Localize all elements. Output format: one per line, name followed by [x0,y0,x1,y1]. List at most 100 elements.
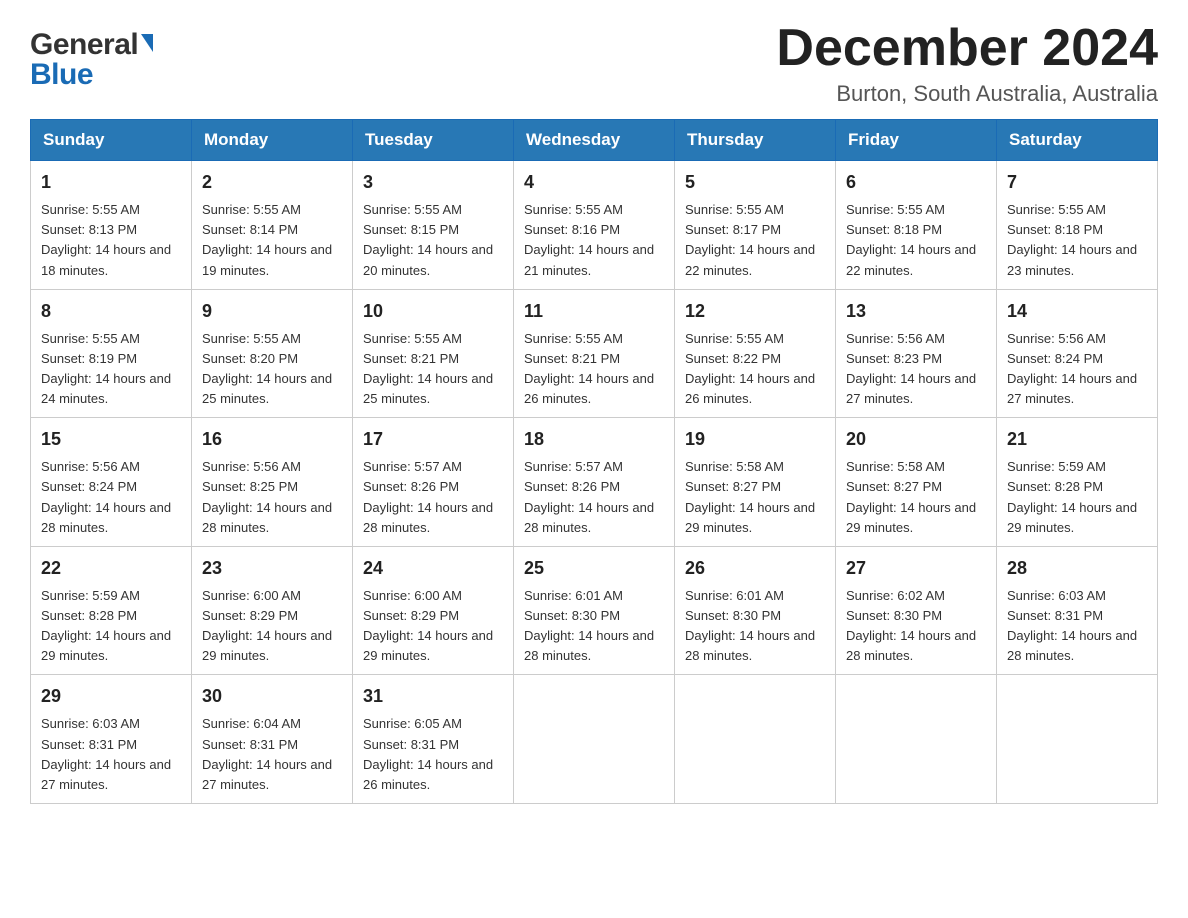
calendar-day-cell: 14Sunrise: 5:56 AMSunset: 8:24 PMDayligh… [997,289,1158,418]
day-info: Sunrise: 5:55 AMSunset: 8:14 PMDaylight:… [202,200,342,281]
day-number: 21 [1007,426,1147,453]
day-info: Sunrise: 5:58 AMSunset: 8:27 PMDaylight:… [846,457,986,538]
calendar-day-cell: 19 Sunrise: 5:58 AMSunset: 8:27 PMDayligh… [675,418,836,547]
day-number: 12 [685,298,825,325]
logo-blue: Blue [30,58,93,92]
location-subtitle: Burton, South Australia, Australia [776,81,1158,107]
weekday-header-row: SundayMondayTuesdayWednesdayThursdayFrid… [31,120,1158,161]
day-info: Sunrise: 5:55 AMSunset: 8:17 PMDaylight:… [685,200,825,281]
calendar-day-cell: 23 Sunrise: 6:00 AMSunset: 8:29 PMDayligh… [192,546,353,675]
calendar-day-cell: 15 Sunrise: 5:56 AMSunset: 8:24 PMDayligh… [31,418,192,547]
day-info: Sunrise: 5:55 AMSunset: 8:21 PMDaylight:… [524,329,664,410]
day-number: 7 [1007,169,1147,196]
calendar-day-cell: 1Sunrise: 5:55 AMSunset: 8:13 PMDaylight… [31,161,192,290]
day-info: Sunrise: 6:01 AMSunset: 8:30 PMDaylight:… [685,586,825,667]
calendar-table: SundayMondayTuesdayWednesdayThursdayFrid… [30,119,1158,804]
weekday-header-saturday: Saturday [997,120,1158,161]
day-info: Sunrise: 5:59 AMSunset: 8:28 PMDaylight:… [1007,457,1147,538]
day-number: 4 [524,169,664,196]
day-number: 28 [1007,555,1147,582]
logo-general: General [30,28,138,62]
calendar-day-cell: 28Sunrise: 6:03 AMSunset: 8:31 PMDayligh… [997,546,1158,675]
day-info: Sunrise: 5:59 AMSunset: 8:28 PMDaylight:… [41,586,181,667]
calendar-day-cell: 27 Sunrise: 6:02 AMSunset: 8:30 PMDayligh… [836,546,997,675]
calendar-day-cell: 13 Sunrise: 5:56 AMSunset: 8:23 PMDayligh… [836,289,997,418]
day-number: 17 [363,426,503,453]
day-info: Sunrise: 6:00 AMSunset: 8:29 PMDaylight:… [202,586,342,667]
day-number: 20 [846,426,986,453]
weekday-header-sunday: Sunday [31,120,192,161]
calendar-day-cell: 10 Sunrise: 5:55 AMSunset: 8:21 PMDayligh… [353,289,514,418]
day-info: Sunrise: 5:55 AMSunset: 8:18 PMDaylight:… [846,200,986,281]
day-number: 26 [685,555,825,582]
day-number: 19 [685,426,825,453]
day-number: 13 [846,298,986,325]
calendar-day-cell: 11 Sunrise: 5:55 AMSunset: 8:21 PMDayligh… [514,289,675,418]
day-info: Sunrise: 5:55 AMSunset: 8:22 PMDaylight:… [685,329,825,410]
day-number: 25 [524,555,664,582]
day-info: Sunrise: 5:56 AMSunset: 8:24 PMDaylight:… [41,457,181,538]
day-info: Sunrise: 5:55 AMSunset: 8:21 PMDaylight:… [363,329,503,410]
calendar-day-cell: 17 Sunrise: 5:57 AMSunset: 8:26 PMDayligh… [353,418,514,547]
day-info: Sunrise: 6:01 AMSunset: 8:30 PMDaylight:… [524,586,664,667]
calendar-day-cell [675,675,836,804]
day-info: Sunrise: 6:02 AMSunset: 8:30 PMDaylight:… [846,586,986,667]
day-number: 1 [41,169,181,196]
day-info: Sunrise: 5:57 AMSunset: 8:26 PMDaylight:… [363,457,503,538]
calendar-week-row: 22 Sunrise: 5:59 AMSunset: 8:28 PMDayligh… [31,546,1158,675]
calendar-week-row: 15 Sunrise: 5:56 AMSunset: 8:24 PMDayligh… [31,418,1158,547]
calendar-day-cell: 22 Sunrise: 5:59 AMSunset: 8:28 PMDayligh… [31,546,192,675]
day-info: Sunrise: 5:56 AMSunset: 8:24 PMDaylight:… [1007,329,1147,410]
weekday-header-thursday: Thursday [675,120,836,161]
calendar-day-cell: 3 Sunrise: 5:55 AMSunset: 8:15 PMDaylight… [353,161,514,290]
day-info: Sunrise: 6:04 AMSunset: 8:31 PMDaylight:… [202,714,342,795]
weekday-header-wednesday: Wednesday [514,120,675,161]
calendar-week-row: 29Sunrise: 6:03 AMSunset: 8:31 PMDayligh… [31,675,1158,804]
calendar-day-cell: 29Sunrise: 6:03 AMSunset: 8:31 PMDayligh… [31,675,192,804]
day-number: 3 [363,169,503,196]
calendar-day-cell [836,675,997,804]
day-number: 23 [202,555,342,582]
day-info: Sunrise: 5:55 AMSunset: 8:18 PMDaylight:… [1007,200,1147,281]
day-number: 8 [41,298,181,325]
month-title: December 2024 [776,20,1158,77]
calendar-day-cell: 18Sunrise: 5:57 AMSunset: 8:26 PMDayligh… [514,418,675,547]
day-number: 16 [202,426,342,453]
day-info: Sunrise: 6:05 AMSunset: 8:31 PMDaylight:… [363,714,503,795]
calendar-day-cell: 21 Sunrise: 5:59 AMSunset: 8:28 PMDayligh… [997,418,1158,547]
day-number: 15 [41,426,181,453]
calendar-day-cell: 20 Sunrise: 5:58 AMSunset: 8:27 PMDayligh… [836,418,997,547]
calendar-day-cell: 8 Sunrise: 5:55 AMSunset: 8:19 PMDaylight… [31,289,192,418]
day-number: 31 [363,683,503,710]
day-info: Sunrise: 5:58 AMSunset: 8:27 PMDaylight:… [685,457,825,538]
day-number: 10 [363,298,503,325]
title-area: December 2024 Burton, South Australia, A… [776,20,1158,107]
day-info: Sunrise: 5:56 AMSunset: 8:23 PMDaylight:… [846,329,986,410]
day-number: 24 [363,555,503,582]
day-info: Sunrise: 6:03 AMSunset: 8:31 PMDaylight:… [41,714,181,795]
weekday-header-monday: Monday [192,120,353,161]
day-number: 27 [846,555,986,582]
day-info: Sunrise: 5:55 AMSunset: 8:15 PMDaylight:… [363,200,503,281]
day-info: Sunrise: 6:00 AMSunset: 8:29 PMDaylight:… [363,586,503,667]
day-info: Sunrise: 5:57 AMSunset: 8:26 PMDaylight:… [524,457,664,538]
day-info: Sunrise: 5:56 AMSunset: 8:25 PMDaylight:… [202,457,342,538]
day-number: 9 [202,298,342,325]
day-number: 11 [524,298,664,325]
day-info: Sunrise: 5:55 AMSunset: 8:19 PMDaylight:… [41,329,181,410]
calendar-day-cell: 4 Sunrise: 5:55 AMSunset: 8:16 PMDaylight… [514,161,675,290]
calendar-day-cell: 9Sunrise: 5:55 AMSunset: 8:20 PMDaylight… [192,289,353,418]
day-number: 22 [41,555,181,582]
day-number: 30 [202,683,342,710]
calendar-day-cell: 31 Sunrise: 6:05 AMSunset: 8:31 PMDayligh… [353,675,514,804]
calendar-day-cell [997,675,1158,804]
day-number: 6 [846,169,986,196]
calendar-week-row: 1Sunrise: 5:55 AMSunset: 8:13 PMDaylight… [31,161,1158,290]
page-header: General Blue December 2024 Burton, South… [30,20,1158,107]
calendar-day-cell: 26 Sunrise: 6:01 AMSunset: 8:30 PMDayligh… [675,546,836,675]
logo-arrow-icon [141,34,153,52]
calendar-day-cell: 25 Sunrise: 6:01 AMSunset: 8:30 PMDayligh… [514,546,675,675]
day-info: Sunrise: 5:55 AMSunset: 8:16 PMDaylight:… [524,200,664,281]
calendar-day-cell: 24 Sunrise: 6:00 AMSunset: 8:29 PMDayligh… [353,546,514,675]
calendar-day-cell: 6 Sunrise: 5:55 AMSunset: 8:18 PMDaylight… [836,161,997,290]
